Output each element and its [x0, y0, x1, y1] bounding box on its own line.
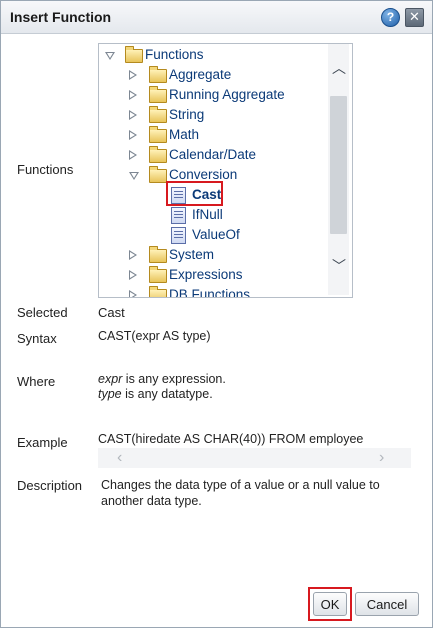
selected-label: Selected — [17, 305, 68, 320]
folder-icon — [125, 46, 143, 63]
syntax-value: CAST(expr AS type) — [98, 329, 211, 343]
folder-icon — [149, 246, 167, 263]
tree-item-label: IfNull — [192, 207, 223, 222]
ok-highlight-box — [308, 587, 352, 621]
expand-triangle-icon[interactable] — [129, 110, 137, 120]
tree-item-label: DB Functions — [169, 287, 251, 298]
expand-triangle-icon[interactable] — [129, 130, 137, 140]
close-icon[interactable]: ✕ — [405, 8, 424, 27]
folder-icon — [149, 166, 167, 183]
tree-item-label: Math — [169, 127, 200, 142]
where-term-type: type — [98, 387, 122, 401]
scroll-right-chevron-icon[interactable]: › — [379, 449, 384, 467]
example-label: Example — [17, 435, 68, 450]
function-doc-icon — [171, 227, 186, 244]
tree-item-label: String — [169, 107, 205, 122]
tree-vertical-scrollbar[interactable]: ︿ ﹀ — [328, 44, 349, 295]
tree-item-label: Aggregate — [169, 67, 232, 82]
folder-icon — [149, 126, 167, 143]
where-line-2: type is any datatype. — [98, 387, 213, 401]
function-doc-icon — [171, 207, 186, 224]
tree-root-label: Functions — [145, 47, 204, 62]
tree-item-label: Expressions — [169, 267, 243, 282]
folder-icon — [149, 266, 167, 283]
expand-triangle-icon[interactable] — [129, 70, 137, 80]
where-term-expr: expr — [98, 372, 123, 386]
collapse-triangle-icon[interactable] — [129, 172, 139, 180]
folder-icon — [149, 106, 167, 123]
cancel-button[interactable]: Cancel — [355, 592, 419, 616]
tree-item-label: Running Aggregate — [169, 87, 285, 102]
expand-triangle-icon[interactable] — [129, 250, 137, 260]
folder-icon — [149, 66, 167, 83]
description-line-1: Changes the data type of a value or a nu… — [101, 478, 380, 492]
title-bar: Insert Function ? ✕ — [1, 1, 432, 34]
functions-label: Functions — [17, 162, 74, 177]
where-line-1: expr is any expression. — [98, 372, 226, 386]
expand-triangle-icon[interactable] — [105, 52, 115, 60]
tree-item-label: System — [169, 247, 215, 262]
dialog-title: Insert Function — [10, 9, 112, 25]
where-text: is any datatype. — [121, 387, 213, 401]
scroll-thumb[interactable] — [330, 96, 347, 234]
tree-item-label: Calendar/Date — [169, 147, 257, 162]
scroll-down-chevron-icon[interactable]: ﹀ — [332, 259, 346, 273]
syntax-label: Syntax — [17, 331, 57, 346]
help-icon[interactable]: ? — [381, 8, 400, 27]
scroll-left-chevron-icon[interactable]: ‹ — [117, 449, 122, 467]
expand-triangle-icon[interactable] — [129, 150, 137, 160]
functions-tree[interactable]: Functions Aggregate Running Aggregate St… — [98, 43, 353, 298]
example-horizontal-scrollbar[interactable]: ‹ › — [98, 448, 411, 468]
example-value: CAST(hiredate AS CHAR(40)) FROM employee — [98, 432, 364, 446]
where-label: Where — [17, 374, 56, 389]
selected-value: Cast — [98, 305, 125, 320]
expand-triangle-icon[interactable] — [129, 90, 137, 100]
folder-icon — [149, 286, 167, 297]
where-text: is any expression. — [122, 372, 226, 386]
description-line-2: another data type. — [101, 494, 202, 508]
tree-item-label: ValueOf — [192, 227, 240, 242]
description-label: Description — [17, 478, 83, 493]
cast-highlight-box — [166, 181, 223, 206]
insert-function-dialog: Insert Function ? ✕ Functions Functions … — [0, 0, 433, 628]
folder-icon — [149, 146, 167, 163]
folder-icon — [149, 86, 167, 103]
expand-triangle-icon[interactable] — [129, 290, 137, 297]
expand-triangle-icon[interactable] — [129, 270, 137, 280]
scroll-up-chevron-icon[interactable]: ︿ — [332, 61, 346, 75]
